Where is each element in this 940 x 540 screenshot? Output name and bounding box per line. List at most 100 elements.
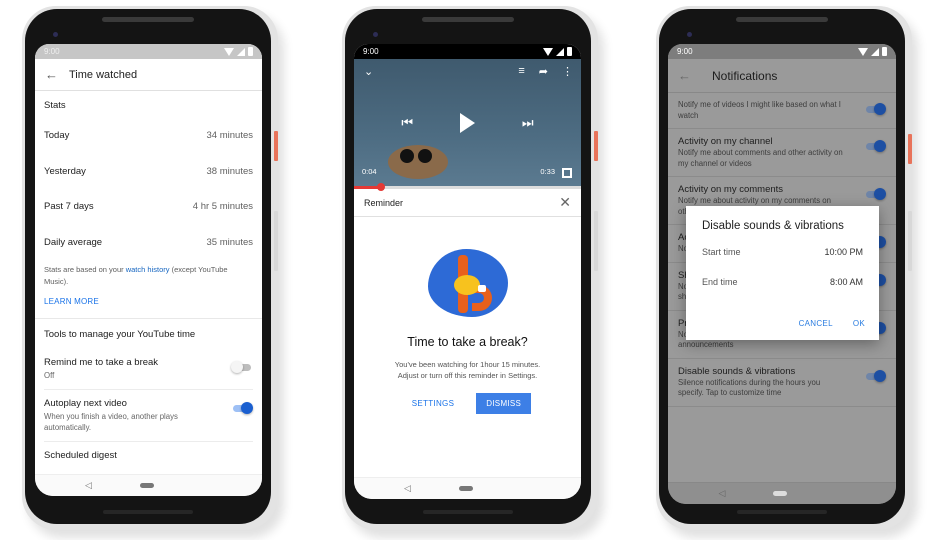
setting-subtitle: Silence notifications during the hours y… — [678, 377, 821, 398]
notification-setting-row[interactable]: Activity on my channel Notify me about co… — [668, 129, 896, 177]
video-thumbnail-spider — [382, 137, 454, 181]
bottom-speaker — [737, 510, 827, 514]
app-bar: ← Time watched — [35, 59, 262, 91]
nav-home-icon[interactable] — [139, 483, 154, 488]
stat-label: Past 7 days — [44, 201, 94, 213]
power-button — [274, 131, 278, 161]
stat-value: 4 hr 5 minutes — [192, 201, 253, 213]
nav-home-icon[interactable] — [458, 486, 473, 491]
bottom-speaker — [103, 510, 193, 514]
autoplay-toggle[interactable] — [231, 402, 253, 414]
nav-back-icon[interactable]: ◁ — [719, 488, 726, 499]
setting-title: Activity on my comments — [678, 184, 784, 195]
more-options-icon[interactable]: ⋮ — [562, 65, 573, 78]
break-message-line: Adjust or turn off this reminder in Sett… — [397, 371, 538, 380]
learn-more-link[interactable]: LEARN MORE — [44, 297, 253, 318]
start-time-value[interactable]: 10:00 PM — [824, 247, 863, 257]
watch-history-link[interactable]: watch history — [126, 265, 170, 274]
power-button — [908, 134, 912, 164]
wifi-icon — [858, 47, 868, 56]
status-time: 9:00 — [363, 47, 379, 56]
setting-title: Activity on my channel — [678, 136, 773, 147]
reminder-label: Reminder — [364, 197, 404, 208]
nav-bar: ◁ — [668, 482, 896, 504]
setting-subtitle: Notify me about comments and other activ… — [678, 148, 843, 168]
front-camera — [687, 32, 692, 37]
break-title: Time to take a break? — [407, 335, 528, 349]
note-text: Stats are based on your — [44, 265, 126, 274]
stat-row-yesterday: Yesterday 38 minutes — [44, 154, 253, 190]
stat-row-today: Today 34 minutes — [44, 118, 253, 154]
status-time: 9:00 — [677, 47, 693, 56]
fullscreen-icon[interactable] — [562, 168, 572, 178]
battery-icon — [567, 47, 572, 56]
page-title: Time watched — [69, 68, 138, 81]
earpiece — [736, 17, 828, 22]
wifi-icon — [224, 47, 234, 56]
nav-back-icon[interactable]: ◁ — [85, 480, 92, 491]
back-arrow-icon[interactable]: ← — [45, 67, 69, 82]
screen: 9:00 ⌄ ≡ ➦ ⋮ ⏮ ⏭ 0:04 0:33 Reminder ✕ Ti… — [354, 44, 581, 499]
wifi-icon — [543, 47, 553, 56]
current-time: 0:04 — [362, 167, 377, 176]
minimize-chevron-icon[interactable]: ⌄ — [364, 65, 373, 78]
next-icon[interactable]: ⏭ — [522, 115, 534, 131]
notification-toggle[interactable] — [864, 103, 886, 115]
status-time: 9:00 — [44, 47, 60, 56]
end-time-row[interactable]: End time 8:00 AM — [702, 277, 863, 287]
signal-icon — [237, 47, 245, 56]
status-bar: 9:00 — [668, 44, 896, 59]
start-time-label: Start time — [702, 247, 741, 257]
earpiece — [422, 17, 514, 22]
battery-icon — [248, 47, 253, 56]
previous-icon[interactable]: ⏮ — [401, 115, 413, 131]
nav-back-icon[interactable]: ◁ — [404, 483, 411, 494]
setting-subtitle: When you finish a video, another plays a… — [44, 412, 178, 432]
screen: 9:00 ← Time watched Stats Today 34 minut… — [35, 44, 262, 496]
close-icon[interactable]: ✕ — [559, 194, 571, 211]
break-message: You've been watching for 1hour 15 minute… — [354, 359, 581, 381]
notification-toggle[interactable] — [864, 369, 886, 382]
notification-toggle[interactable] — [864, 140, 886, 152]
notification-setting-row[interactable]: Notify me of videos I might like based o… — [668, 93, 896, 129]
stat-value: 35 minutes — [206, 236, 253, 248]
front-camera — [53, 32, 58, 37]
end-time-label: End time — [702, 277, 738, 287]
stat-row-past-7-days: Past 7 days 4 hr 5 minutes — [44, 189, 253, 225]
setting-title: Remind me to take a break — [44, 357, 159, 368]
signal-icon — [556, 47, 564, 56]
status-bar: 9:00 — [354, 44, 581, 59]
signal-icon — [871, 47, 879, 56]
setting-title: Autoplay next video — [44, 398, 127, 409]
back-arrow-icon[interactable]: ← — [678, 68, 712, 83]
play-icon[interactable] — [459, 113, 475, 133]
volume-button — [908, 211, 912, 271]
earpiece — [102, 17, 194, 22]
video-player[interactable]: ⌄ ≡ ➦ ⋮ ⏮ ⏭ 0:04 0:33 — [354, 59, 581, 186]
settings-button[interactable]: SETTINGS — [404, 393, 462, 414]
ok-button[interactable]: OK — [853, 319, 865, 328]
notification-setting-row[interactable]: Disable sounds & vibrations Silence notif… — [668, 359, 896, 407]
video-progress-bar[interactable] — [354, 183, 581, 191]
stat-value: 34 minutes — [206, 130, 253, 142]
notification-toggle[interactable] — [864, 188, 886, 200]
setting-subtitle: Off — [44, 371, 55, 380]
setting-scheduled-digest[interactable]: Scheduled digest — [44, 442, 253, 469]
duration: 0:33 — [540, 167, 555, 176]
dismiss-button[interactable]: DISMISS — [476, 393, 532, 414]
remind-break-toggle[interactable] — [231, 361, 253, 373]
setting-subtitle: Notify me of videos I might like based o… — [678, 100, 841, 120]
end-time-value[interactable]: 8:00 AM — [830, 277, 863, 287]
start-time-row[interactable]: Start time 10:00 PM — [702, 247, 863, 257]
bottom-speaker — [423, 510, 513, 514]
front-camera — [373, 32, 378, 37]
cancel-button[interactable]: CANCEL — [799, 319, 833, 328]
setting-autoplay[interactable]: Autoplay next video When you finish a vi… — [44, 390, 253, 442]
stat-label: Today — [44, 130, 70, 142]
stat-value: 38 minutes — [206, 165, 253, 177]
add-to-playlist-icon[interactable]: ≡ — [518, 65, 524, 78]
break-message-line: You've been watching for 1hour 15 minute… — [394, 360, 541, 369]
share-icon[interactable]: ➦ — [539, 65, 548, 78]
nav-home-icon[interactable] — [773, 491, 788, 496]
setting-remind-break[interactable]: Remind me to take a break Off — [44, 349, 253, 390]
